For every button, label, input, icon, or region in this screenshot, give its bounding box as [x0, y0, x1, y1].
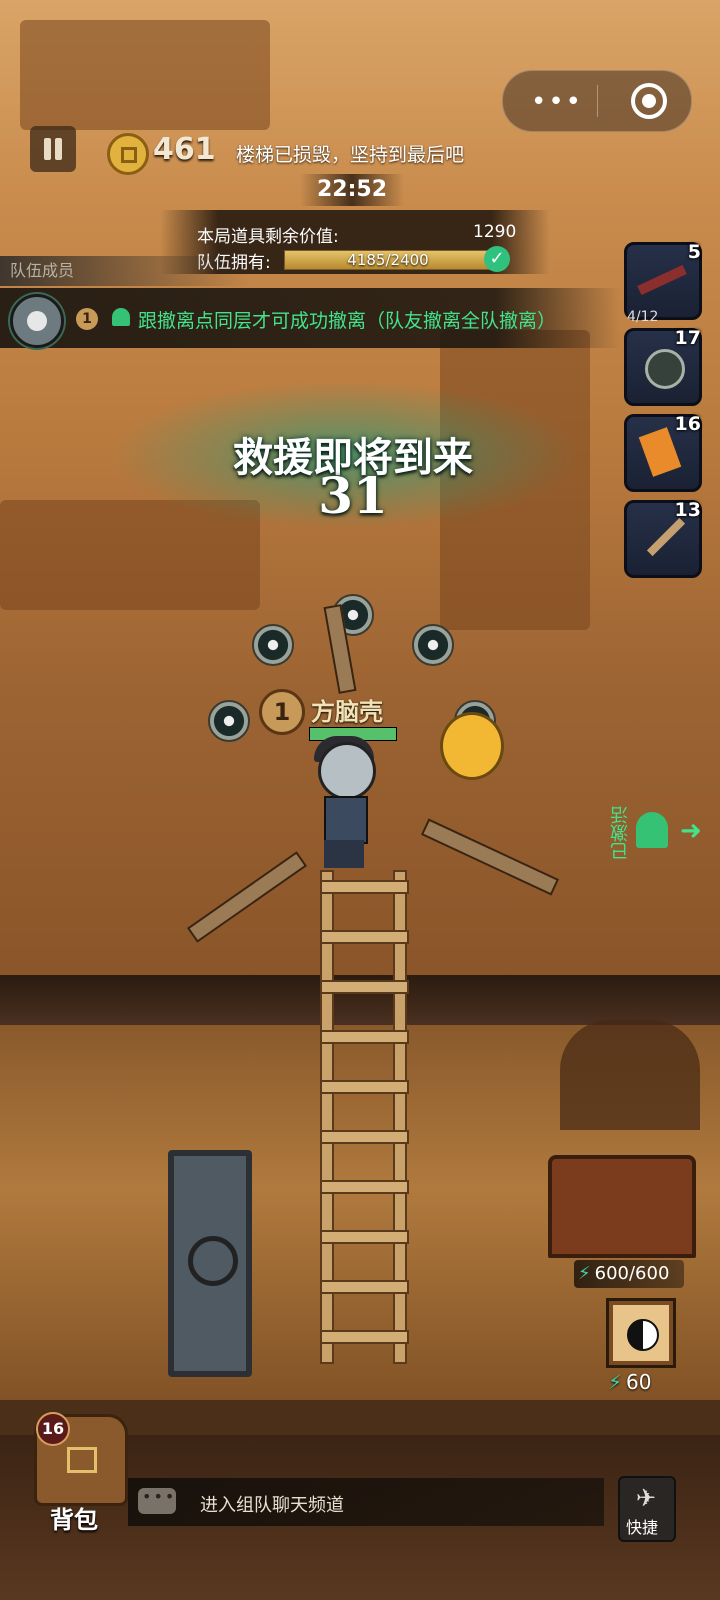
backpack-label: 背包 [50, 1506, 98, 1534]
ladder[interactable] [320, 870, 409, 1364]
quick-chat-button[interactable]: ✈ 快捷 [618, 1476, 676, 1542]
team-chat-bar[interactable]: 进入组队聊天频道 [128, 1478, 604, 1526]
remaining-value: 1290 [473, 222, 517, 242]
ammo-count: 4/12 [627, 309, 659, 325]
evac-bell-icon[interactable] [636, 812, 668, 848]
bell-icon [112, 308, 130, 326]
yinyang-skill-button[interactable] [606, 1298, 676, 1368]
energy-value: 600/600 [594, 1263, 670, 1284]
pause-button[interactable] [30, 126, 76, 172]
paper-plane-icon: ✈ [636, 1484, 657, 1512]
remaining-value-label: 本局道具剩余价值: [197, 227, 339, 247]
player-character [312, 736, 376, 868]
team-value-progress: 4185/2400 [284, 250, 492, 270]
skill-cost-value: 60 [626, 1370, 652, 1394]
energy-meter: ⚡ 600/600 [574, 1260, 684, 1288]
chat-bubble-icon [138, 1487, 176, 1514]
vault-door[interactable] [168, 1150, 252, 1377]
orbiting-amulet-icon [412, 624, 454, 666]
ruin-arch [20, 20, 270, 130]
status-notice: 楼梯已损毁，坚持到最后吧 [236, 144, 465, 166]
team-members-header: 队伍成员 [0, 256, 250, 286]
quick-label: 快捷 [626, 1518, 659, 1537]
amulet-icon [645, 349, 685, 389]
item-count: 5 [687, 241, 701, 263]
progress-text: 4185/2400 [347, 251, 429, 269]
bolt-icon: ⚡ [608, 1370, 623, 1394]
team-member-row[interactable]: 1 跟撤离点同层才可成功撤离（队友撤离全队撤离） [0, 288, 620, 348]
close-target-icon[interactable] [631, 83, 667, 119]
member-rank-badge: 1 [76, 308, 98, 330]
more-menu-icon[interactable]: ••• [531, 87, 583, 117]
match-timer: 22:52 [300, 174, 404, 206]
treasure-chest[interactable] [548, 1155, 696, 1258]
skill-cost: ⚡ 60 [608, 1370, 652, 1394]
coin-count: 461 [153, 132, 216, 167]
orbiting-amulet-icon [208, 700, 250, 742]
chat-placeholder: 进入组队聊天频道 [200, 1495, 344, 1516]
pet-bird [440, 712, 504, 780]
player-name: 方脑壳 [311, 698, 383, 726]
orbiting-amulet-icon [252, 624, 294, 666]
backpack-count-badge: 16 [36, 1412, 70, 1446]
copper-coin-icon [107, 133, 149, 175]
checkpoint-status: 已激活 [610, 806, 631, 860]
evac-tip: 跟撤离点同层才可成功撤离（队友撤离全队撤离） [138, 310, 557, 332]
item-slot-rifle[interactable]: 5 4/12 [624, 241, 702, 325]
check-icon: ✓ [484, 246, 510, 272]
avatar[interactable] [10, 294, 64, 348]
bolt-icon: ⚡ [578, 1263, 591, 1284]
rifle-icon [637, 264, 687, 296]
arrow-right-icon: ➜ [680, 816, 702, 846]
player-rank-badge: 1 [259, 689, 305, 735]
rescue-countdown: 31 [318, 466, 388, 525]
relic-shelf [560, 1020, 700, 1130]
item-count: 17 [674, 327, 701, 349]
vault-wheel-icon [188, 1236, 238, 1286]
item-slot-amulet[interactable]: 17 [624, 327, 702, 406]
miniapp-capsule: ••• [502, 70, 692, 132]
